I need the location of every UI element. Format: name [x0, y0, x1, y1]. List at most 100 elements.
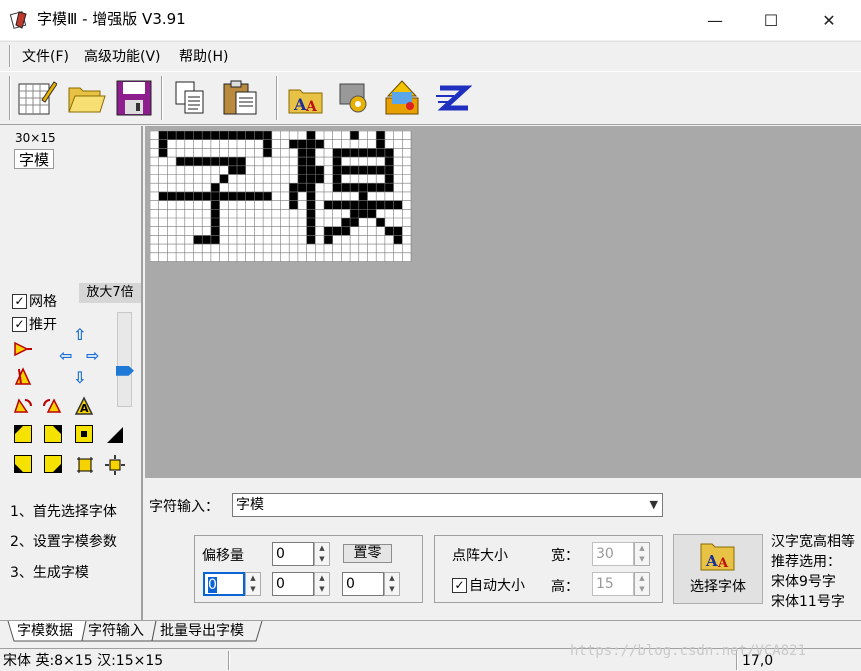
char-input-field[interactable]: 字模 ▼	[232, 493, 663, 517]
toolbar: A A	[0, 71, 861, 125]
mirror-vertical-icon[interactable]	[13, 367, 33, 387]
pixel-on	[297, 139, 307, 149]
move-up-arrow-icon[interactable]: ⇧	[73, 327, 86, 343]
tab-strip: 字模数据 字符输入 批量导出字模	[0, 620, 861, 642]
pixel-on	[367, 209, 377, 218]
auto-size-label: 自动大小	[469, 578, 525, 594]
minimize-button[interactable]: —	[686, 0, 744, 40]
pixel-on	[341, 165, 351, 175]
mirror-horizontal-icon[interactable]	[13, 339, 33, 359]
pixel-on	[384, 165, 394, 175]
pixel-on	[315, 174, 324, 184]
pixel-on	[210, 183, 220, 192]
reset-zero-button[interactable]: 置零	[343, 544, 392, 563]
width-spinner[interactable]: ▲ ▼	[634, 542, 650, 566]
pixel-on	[297, 174, 307, 184]
rotate-left-icon[interactable]	[13, 396, 33, 416]
select-font-button[interactable]: A A 选择字体	[673, 534, 763, 604]
crop-icon[interactable]	[75, 455, 95, 475]
step-3-text: 3、生成字模	[10, 565, 89, 581]
grid-checkbox[interactable]: ✓ 网格	[12, 291, 57, 311]
pixel-on	[332, 157, 342, 166]
bold-a-icon[interactable]: A	[74, 396, 94, 416]
pixel-on	[384, 157, 394, 166]
offset-z-field[interactable]: 0	[342, 572, 384, 596]
maximize-button[interactable]: ☐	[742, 0, 800, 40]
tab-glyph-data[interactable]: 字模数据	[13, 621, 77, 641]
offset-top-field[interactable]: 0	[272, 542, 314, 566]
pixel-on	[210, 157, 220, 166]
hint-line-1: 汉字宽高相等	[771, 534, 855, 550]
offset-x-field[interactable]: 0	[203, 572, 245, 596]
fill-bottom-right-icon[interactable]	[44, 455, 62, 473]
pixel-on	[210, 131, 220, 140]
grid-checkbox-box[interactable]: ✓	[12, 293, 27, 309]
move-right-arrow-icon[interactable]: ⇨	[86, 348, 99, 364]
offset-x-spinner[interactable]: ▲ ▼	[245, 572, 261, 596]
offset-y-spinner[interactable]: ▲ ▼	[314, 572, 330, 596]
offset-top-spinner[interactable]: ▲ ▼	[314, 542, 330, 566]
auto-size-checkbox-box[interactable]: ✓	[452, 577, 467, 593]
menu-file[interactable]: 文件(F)	[22, 47, 69, 67]
pixel-on	[384, 226, 394, 236]
pixel-on	[341, 226, 351, 236]
offset-z-spinner[interactable]: ▲ ▼	[384, 572, 400, 596]
pixel-on	[219, 174, 229, 184]
pixel-on	[167, 131, 177, 140]
pixel-on	[332, 200, 342, 210]
fill-bottom-left-icon[interactable]	[14, 455, 32, 473]
pixel-on	[306, 174, 316, 184]
pixel-on	[297, 165, 307, 175]
tab-char-input[interactable]: 字符输入	[84, 621, 148, 641]
pixel-on	[219, 131, 229, 140]
pixel-on	[367, 200, 377, 210]
push-checkbox-box[interactable]: ✓	[12, 316, 27, 332]
height-spinner[interactable]: ▲ ▼	[634, 572, 650, 596]
settings-icon[interactable]	[334, 78, 374, 118]
move-left-arrow-icon[interactable]: ⇦	[59, 348, 72, 364]
z-icon[interactable]	[432, 78, 472, 118]
offset-y-field[interactable]: 0	[272, 572, 314, 596]
tab-batch-export[interactable]: 批量导出字模	[156, 621, 248, 641]
new-grid-icon[interactable]	[17, 78, 57, 118]
char-input-value: 字模	[236, 497, 264, 513]
export-icon[interactable]	[382, 78, 422, 118]
pixel-on	[193, 131, 203, 140]
push-checkbox[interactable]: ✓ 推开	[12, 314, 57, 334]
menu-bar: 文件(F) 高级功能(V) 帮助(H)	[0, 41, 861, 70]
pixel-on	[315, 139, 324, 149]
menu-help[interactable]: 帮助(H)	[179, 47, 228, 67]
fill-top-right-icon[interactable]	[44, 425, 62, 443]
copy-icon[interactable]	[170, 78, 210, 118]
pixel-on	[289, 139, 298, 149]
pixel-on	[193, 157, 203, 166]
paste-icon[interactable]	[220, 78, 260, 118]
pixel-on	[306, 157, 316, 166]
expand-icon[interactable]	[105, 455, 125, 475]
height-field[interactable]: 15	[592, 572, 634, 596]
pixel-on	[184, 157, 194, 166]
invert-icon[interactable]	[105, 425, 125, 445]
pixel-on	[202, 191, 211, 201]
save-disk-icon[interactable]	[114, 78, 154, 118]
pixel-on	[306, 148, 316, 158]
auto-size-checkbox[interactable]: ✓ 自动大小	[452, 575, 525, 595]
fill-center-icon[interactable]	[75, 425, 93, 443]
fill-top-left-icon[interactable]	[14, 425, 32, 443]
move-down-arrow-icon[interactable]: ⇩	[73, 370, 86, 386]
zoom-slider[interactable]	[117, 312, 132, 407]
open-folder-icon[interactable]	[66, 78, 106, 118]
pixel-on	[350, 200, 359, 210]
pixel-on	[367, 165, 377, 175]
font-icon[interactable]: A A	[286, 78, 326, 118]
close-button[interactable]: ✕	[800, 0, 858, 40]
menu-advanced[interactable]: 高级功能(V)	[84, 47, 161, 67]
pixel-on	[393, 235, 403, 245]
rotate-right-icon[interactable]	[42, 396, 62, 416]
chevron-down-icon[interactable]: ▼	[650, 494, 658, 516]
glyph-preview: 字模	[14, 149, 54, 169]
pixel-grid[interactable]	[150, 131, 412, 263]
pixel-on	[202, 131, 211, 140]
pixel-on	[245, 191, 255, 201]
width-field[interactable]: 30	[592, 542, 634, 566]
